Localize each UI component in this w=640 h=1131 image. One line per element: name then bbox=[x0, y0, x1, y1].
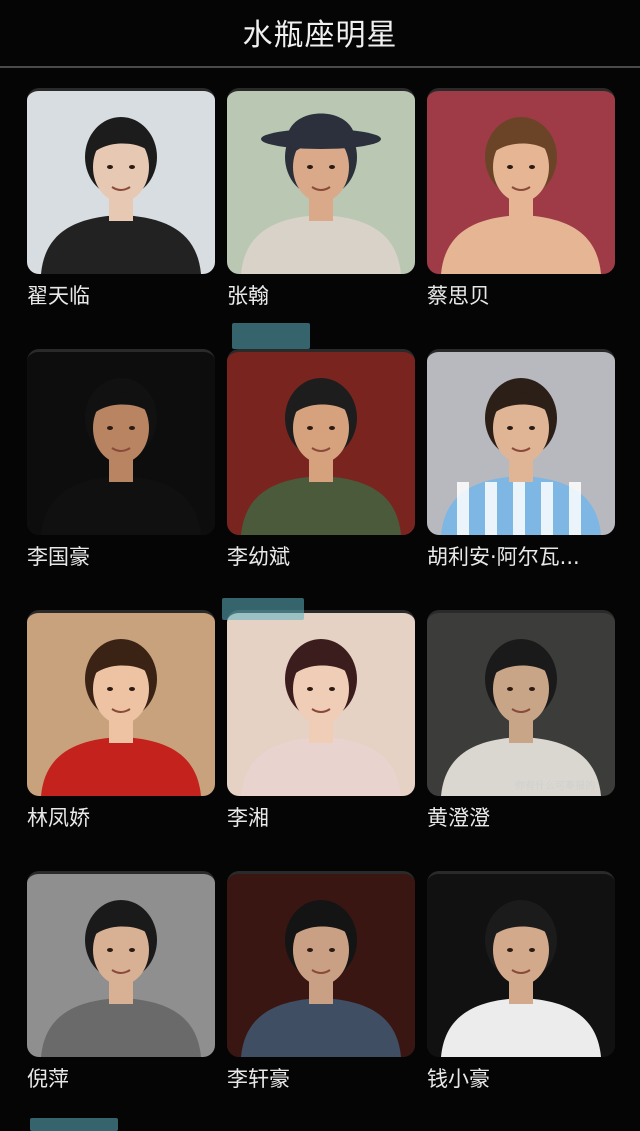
celebrity-name[interactable]: 张翰 bbox=[227, 282, 415, 310]
celebrity-name[interactable]: 李湘 bbox=[227, 804, 415, 832]
celebrity-card[interactable]: 蔡思贝 bbox=[427, 88, 615, 318]
portrait-icon bbox=[27, 874, 215, 1057]
portrait-icon bbox=[27, 613, 215, 796]
celebrity-photo[interactable] bbox=[227, 88, 415, 274]
celebrity-name[interactable]: 翟天临 bbox=[27, 282, 215, 310]
portrait-icon bbox=[227, 874, 415, 1057]
portrait-icon bbox=[227, 613, 415, 796]
portrait-icon bbox=[27, 91, 215, 274]
celebrity-name[interactable]: 蔡思贝 bbox=[427, 282, 615, 310]
celebrity-name[interactable]: 李幼斌 bbox=[227, 543, 415, 571]
celebrity-card[interactable]: 李幼斌 bbox=[227, 349, 415, 579]
video-subtitle: 你有什么可奉报的 bbox=[515, 779, 595, 792]
celebrity-photo[interactable] bbox=[427, 88, 615, 274]
portrait-icon: 你有什么可奉报的 bbox=[427, 613, 615, 796]
celebrity-photo[interactable] bbox=[227, 349, 415, 535]
portrait-icon bbox=[427, 352, 615, 535]
celebrity-card[interactable]: 李轩豪 bbox=[227, 871, 415, 1101]
celebrity-card[interactable]: 张翰 bbox=[227, 88, 415, 318]
celebrity-card[interactable]: 钱小豪 bbox=[427, 871, 615, 1101]
celebrity-photo[interactable]: 你有什么可奉报的 bbox=[427, 610, 615, 796]
celebrity-name[interactable]: 林凤娇 bbox=[27, 804, 215, 832]
celebrity-name[interactable]: 李轩豪 bbox=[227, 1065, 415, 1093]
celebrity-name[interactable]: 黄澄澄 bbox=[427, 804, 615, 832]
celebrity-photo[interactable] bbox=[27, 349, 215, 535]
portrait-icon bbox=[27, 352, 215, 535]
celebrity-card[interactable]: 林凤娇 bbox=[27, 610, 215, 840]
portrait-icon bbox=[227, 91, 415, 274]
celebrity-photo[interactable] bbox=[227, 871, 415, 1057]
celebrity-photo[interactable] bbox=[27, 871, 215, 1057]
celebrity-name[interactable]: 李国豪 bbox=[27, 543, 215, 571]
portrait-icon bbox=[427, 874, 615, 1057]
celebrity-name[interactable]: 倪萍 bbox=[27, 1065, 215, 1093]
celebrity-card[interactable]: 你有什么可奉报的黄澄澄 bbox=[427, 610, 615, 840]
celebrity-card[interactable]: 胡利安·阿尔瓦... bbox=[427, 349, 615, 579]
celebrity-photo[interactable] bbox=[27, 610, 215, 796]
celebrity-photo[interactable] bbox=[27, 88, 215, 274]
celebrity-photo[interactable] bbox=[427, 871, 615, 1057]
celebrity-card[interactable]: 李湘 bbox=[227, 610, 415, 840]
portrait-icon bbox=[227, 352, 415, 535]
celebrity-grid: 翟天临 张翰 蔡思贝 李国豪 李幼斌 胡利安·阿尔瓦... 林凤娇 李湘 你有什么可奉报的 黄澄澄… bbox=[0, 0, 640, 1131]
celebrity-card[interactable]: 李国豪 bbox=[27, 349, 215, 579]
overlay-smudge bbox=[30, 1118, 118, 1131]
overlay-smudge bbox=[222, 598, 304, 620]
celebrity-photo[interactable] bbox=[427, 349, 615, 535]
celebrity-photo[interactable] bbox=[227, 610, 415, 796]
portrait-icon bbox=[427, 91, 615, 274]
overlay-smudge bbox=[232, 323, 310, 349]
celebrity-name[interactable]: 钱小豪 bbox=[427, 1065, 615, 1093]
celebrity-card[interactable]: 翟天临 bbox=[27, 88, 215, 318]
celebrity-card[interactable]: 倪萍 bbox=[27, 871, 215, 1101]
celebrity-name[interactable]: 胡利安·阿尔瓦... bbox=[427, 543, 615, 571]
